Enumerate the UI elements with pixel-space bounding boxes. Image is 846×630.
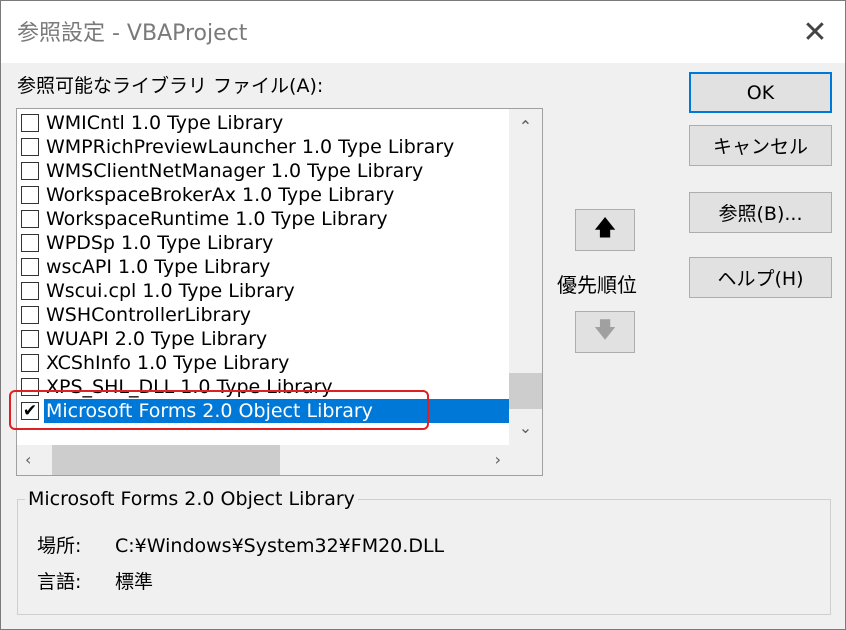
reference-label: WSHControllerLibrary [46,304,252,326]
arrow-up-icon: 🡅 [593,216,617,241]
list-item[interactable]: WUAPI 2.0 Type Library [17,327,509,351]
dialog-title: 参照設定 - VBAProject [17,21,248,46]
reference-label: XCShInfo 1.0 Type Library [46,352,290,374]
location-value: C:¥Windows¥System32¥FM20.DLL [115,535,445,557]
available-references-label: 参照可能なライブラリ ファイル(A): [17,75,324,97]
priority-label: 優先順位 [557,273,637,297]
help-button[interactable]: ヘルプ(H) [689,257,832,298]
scroll-right-icon[interactable]: › [495,450,501,469]
reference-checkbox[interactable] [21,282,39,300]
reference-label: Wscui.cpl 1.0 Type Library [46,280,295,302]
references-dialog: 参照設定 - VBAProject ✕ 参照可能なライブラリ ファイル(A): … [0,0,846,630]
ok-button[interactable]: OK [689,72,832,113]
list-item[interactable]: WPDSp 1.0 Type Library [17,231,509,255]
reference-checkbox[interactable] [21,186,39,204]
priority-down-button[interactable]: 🡇 [575,311,635,353]
title-bar: 参照設定 - VBAProject ✕ [1,1,845,63]
references-items: WMICntl 1.0 Type Library WMPRichPreviewLa… [17,111,509,423]
language-label: 言語: [37,571,82,593]
scroll-down-icon[interactable]: ⌄ [509,418,542,437]
reference-checkbox[interactable] [21,114,39,132]
scroll-up-icon[interactable]: ⌃ [509,117,542,136]
list-item[interactable]: Wscui.cpl 1.0 Type Library [17,279,509,303]
list-item[interactable]: WorkspaceBrokerAx 1.0 Type Library [17,183,509,207]
list-item[interactable]: WMSClientNetManager 1.0 Type Library [17,159,509,183]
close-icon[interactable]: ✕ [785,1,845,63]
reference-label: WMICntl 1.0 Type Library [46,112,284,134]
reference-checkbox[interactable] [21,234,39,252]
reference-label: WorkspaceBrokerAx 1.0 Type Library [46,184,395,206]
location-row: 場所: C:¥Windows¥System32¥FM20.DLL [37,531,444,558]
language-value: 標準 [115,571,154,593]
scrollbar-corner [509,445,542,475]
list-item[interactable]: WMICntl 1.0 Type Library [17,111,509,135]
reference-checkbox[interactable] [21,258,39,276]
details-title: Microsoft Forms 2.0 Object Library [25,488,358,510]
reference-label: WUAPI 2.0 Type Library [46,328,268,350]
horizontal-scroll-thumb[interactable] [52,445,280,475]
list-item[interactable]: WSHControllerLibrary [17,303,509,327]
reference-checkbox[interactable] [21,354,39,372]
scroll-left-icon[interactable]: ‹ [25,450,31,469]
language-row: 言語: 標準 [37,567,153,594]
reference-checkbox[interactable] [21,162,39,180]
vertical-scroll-thumb[interactable] [509,373,542,409]
horizontal-scrollbar[interactable]: ‹ › [17,445,509,475]
list-item[interactable]: XCShInfo 1.0 Type Library [17,351,509,375]
reference-label: WMPRichPreviewLauncher 1.0 Type Library [46,136,455,158]
arrow-down-icon: 🡇 [593,318,617,343]
annotation-highlight [9,390,429,430]
cancel-button[interactable]: キャンセル [689,125,832,166]
reference-checkbox[interactable] [21,306,39,324]
vertical-scrollbar[interactable]: ⌃ ⌄ [509,109,542,445]
list-item[interactable]: WorkspaceRuntime 1.0 Type Library [17,207,509,231]
reference-checkbox[interactable] [21,330,39,348]
reference-checkbox[interactable] [21,210,39,228]
reference-label: WPDSp 1.0 Type Library [46,232,274,254]
priority-up-button[interactable]: 🡅 [575,209,635,251]
reference-label: WMSClientNetManager 1.0 Type Library [46,160,424,182]
list-item[interactable]: WMPRichPreviewLauncher 1.0 Type Library [17,135,509,159]
reference-label: WorkspaceRuntime 1.0 Type Library [46,208,388,230]
location-label: 場所: [37,535,82,557]
browse-button[interactable]: 参照(B)... [689,192,832,233]
list-item[interactable]: wscAPI 1.0 Type Library [17,255,509,279]
reference-checkbox[interactable] [21,138,39,156]
reference-label: wscAPI 1.0 Type Library [46,256,271,278]
